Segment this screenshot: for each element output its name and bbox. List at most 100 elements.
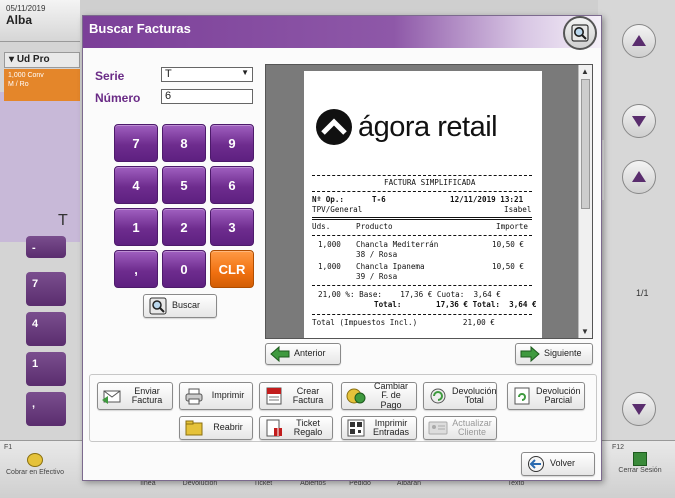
agora-logo: ágora retail: [316, 109, 498, 145]
chevron-down-icon[interactable]: ▼: [581, 327, 589, 336]
update-client-button[interactable]: Actualizar Cliente: [423, 416, 497, 440]
receipt-item-variant: 38 / Rosa: [356, 250, 398, 259]
change-payment-button[interactable]: Cambiar F. de Pago: [341, 381, 417, 410]
scrollbar-thumb[interactable]: [581, 79, 590, 209]
partial-return-button[interactable]: Devolución Parcial: [507, 382, 585, 410]
keypad-comma[interactable]: ,: [114, 250, 158, 288]
partial-return-icon: [514, 387, 530, 405]
triangle-down-icon: [632, 404, 646, 415]
gift-ticket-button[interactable]: Ticket Regalo: [259, 416, 333, 440]
back-button[interactable]: Volver: [521, 452, 595, 476]
pos-key-comma[interactable]: ,: [26, 392, 66, 426]
keypad-4[interactable]: 4: [114, 166, 158, 204]
pos-table-letter: T: [58, 212, 68, 229]
scroll-down-button-2[interactable]: [622, 392, 656, 426]
dialog-title: Buscar Facturas: [89, 21, 191, 36]
pos-list-header-label: Ud Pro: [16, 54, 50, 65]
search-button-label: Buscar: [172, 300, 201, 311]
keypad-3[interactable]: 3: [210, 208, 254, 246]
receipt-scrollbar[interactable]: ▲ ▼: [578, 65, 592, 338]
receipt-separator: [312, 175, 532, 176]
receipt-col-amount: Importe: [496, 222, 529, 231]
chevron-up-icon[interactable]: ▲: [581, 67, 589, 76]
search-button[interactable]: Buscar: [143, 294, 217, 318]
receipt-footer-line: Total (Impuestos Incl.) 21,00 €: [312, 318, 495, 327]
reopen-label: Reabrir: [213, 422, 243, 433]
receipt-item-amount: 10,50 €: [492, 240, 525, 249]
page-indicator: 1/1: [636, 288, 649, 298]
receipt-paper: ágora retail FACTURA SIMPLIFICADA Nº Op.…: [304, 71, 542, 338]
pos-key-7[interactable]: 7: [26, 272, 66, 306]
scroll-down-button[interactable]: [622, 104, 656, 138]
receipt-datetime: 12/11/2019 13:21: [450, 195, 524, 204]
receipt-total-label: Total:: [374, 300, 402, 309]
keypad-5[interactable]: 5: [162, 166, 206, 204]
reopen-button[interactable]: Reabrir: [179, 416, 253, 440]
next-button-label: Siguiente: [544, 348, 582, 359]
receipt-col-product: Producto: [356, 222, 393, 231]
create-invoice-label: Crear Factura: [292, 385, 324, 405]
folder-icon: [185, 420, 203, 436]
pos-key-1[interactable]: 1: [26, 352, 66, 386]
receipt-item-qty: 1,000: [318, 262, 341, 271]
logout-icon: [633, 452, 647, 466]
receipt-item-qty: 1,000: [318, 240, 341, 249]
background-pos-right: [598, 0, 675, 440]
pos-list-row-line1: 1,000 Conv: [8, 72, 44, 79]
fkey-label: F12: [612, 444, 625, 451]
receipt-terminal: TPV/General: [312, 205, 363, 214]
total-return-button[interactable]: Devolución Total: [423, 382, 497, 410]
pos-list-header: ▾ Ud Pro: [4, 52, 80, 68]
agora-logo-text: ágora retail: [358, 110, 498, 143]
pos-date: 05/11/2019: [6, 4, 46, 13]
receipt-separator: [312, 314, 532, 315]
receipt-cashier: Isabel: [504, 205, 532, 214]
keypad-8[interactable]: 8: [162, 124, 206, 162]
create-invoice-button[interactable]: Crear Factura: [259, 382, 333, 410]
background-panel: [0, 92, 80, 242]
cash-payment-button[interactable]: F1 Cobrar en Efectivo: [4, 444, 66, 492]
cash-payment-label: Cobrar en Efectivo: [6, 469, 64, 476]
keypad-7[interactable]: 7: [114, 124, 158, 162]
agora-logo-icon: [316, 109, 352, 145]
keypad-9[interactable]: 9: [210, 124, 254, 162]
pos-key-4[interactable]: 4: [26, 312, 66, 346]
keypad-6[interactable]: 6: [210, 166, 254, 204]
list-icon: ▾: [9, 54, 17, 65]
triangle-up-icon: [632, 171, 646, 182]
receipt-col-units: Uds.: [312, 222, 331, 231]
keypad-1[interactable]: 1: [114, 208, 158, 246]
scroll-up-button[interactable]: [622, 24, 656, 58]
arrow-right-icon: [520, 345, 540, 363]
receipt-viewer[interactable]: ágora retail FACTURA SIMPLIFICADA Nº Op.…: [265, 64, 593, 339]
send-invoice-button[interactable]: Enviar Factura: [97, 382, 173, 410]
coins-icon: [346, 388, 366, 404]
client-card-icon: [428, 421, 448, 435]
triangle-down-icon: [632, 116, 646, 127]
receipt-doc-type: FACTURA SIMPLIFICADA: [384, 178, 476, 187]
back-button-label: Volver: [550, 458, 576, 469]
logout-button[interactable]: F12 Cerrar Sesión: [612, 444, 668, 492]
pos-list-row[interactable]: 1,000 Conv M / Ro: [4, 69, 80, 101]
scroll-up-button-2[interactable]: [622, 160, 656, 194]
serie-select[interactable]: T ▼: [161, 67, 253, 82]
receipt-separator: [312, 191, 532, 192]
keypad-2[interactable]: 2: [162, 208, 206, 246]
pos-list-row-line2: M / Ro: [8, 81, 29, 89]
print-button[interactable]: Imprimir: [179, 382, 253, 410]
print-entries-button[interactable]: Imprimir Entradas: [341, 416, 417, 440]
next-button[interactable]: Siguiente: [515, 343, 593, 365]
keypad-clear[interactable]: CLR: [210, 250, 254, 288]
printer-icon: [185, 388, 203, 405]
fkey-label: F1: [4, 444, 13, 451]
gift-ticket-label: Ticket Regalo: [293, 417, 323, 437]
return-icon: [430, 388, 446, 404]
coin-icon: [27, 453, 43, 467]
pos-key-minus[interactable]: -: [26, 236, 66, 258]
pos-user: Alba: [6, 13, 33, 27]
update-client-label: Actualizar Cliente: [452, 417, 492, 437]
previous-button[interactable]: Anterior: [265, 343, 341, 365]
numero-input[interactable]: 6: [161, 89, 253, 104]
keypad-0[interactable]: 0: [162, 250, 206, 288]
cif-document-icon: [266, 387, 282, 405]
